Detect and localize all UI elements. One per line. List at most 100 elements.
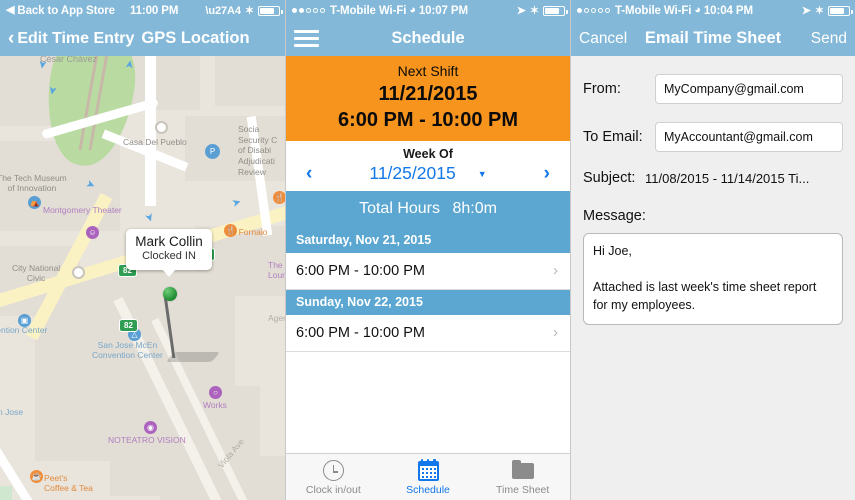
pin-callout[interactable]: Mark Collin Clocked IN <box>126 229 212 277</box>
direction-arrow-icon: ➤ <box>230 195 244 211</box>
map-poi-icon[interactable] <box>72 266 85 279</box>
next-shift-heading: Next Shift <box>397 63 459 79</box>
status-carrier-group: T-Mobile Wi-Fi ◕ 10:07 PM <box>292 5 468 17</box>
map-green-strip <box>0 486 12 500</box>
send-button[interactable]: Send <box>811 30 847 48</box>
tab-schedule[interactable]: Schedule <box>381 458 476 496</box>
status-time: 10:07 PM <box>418 4 468 17</box>
subject-value[interactable]: 11/08/2015 - 11/14/2015 Ti... <box>645 171 809 186</box>
total-hours-bar: Total Hours 8h:0m <box>286 191 570 229</box>
wifi-icon: ◕ <box>409 4 416 16</box>
tab-bar: Clock in/out Schedule Time Sheet <box>286 453 570 500</box>
restaurant-icon[interactable]: 🍴 <box>273 191 285 204</box>
total-hours-label: Total Hours <box>359 200 440 218</box>
status-network: Wi-Fi <box>378 4 407 17</box>
map-poi-icon[interactable]: ⛺ <box>28 196 41 209</box>
direction-arrow-icon: ➤ <box>123 59 137 71</box>
status-indicators: ➤ ✶ <box>517 0 568 21</box>
parking-icon[interactable]: P <box>205 144 220 159</box>
day-header: Saturday, Nov 21, 2015 <box>286 228 570 254</box>
three-panel-screenshot: ◀ Back to App Store 11:00 PM \u27A4 ✶ ‹ … <box>0 0 855 500</box>
map-label: Works <box>203 400 227 410</box>
map-poi-icon[interactable] <box>155 121 168 134</box>
message-textarea[interactable]: Hi Joe, Attached is last week's time she… <box>583 233 843 325</box>
panel-gps-location: ◀ Back to App Store 11:00 PM \u27A4 ✶ ‹ … <box>0 0 285 500</box>
clock-icon <box>286 459 381 483</box>
from-field[interactable]: MyCompany@gmail.com <box>655 74 843 104</box>
panel-email-time-sheet: T-Mobile Wi-Fi ◕ 10:04 PM ➤ ✶ Cancel Ema… <box>570 0 855 500</box>
battery-icon <box>543 5 568 16</box>
location-arrow-icon: \u27A4 <box>205 4 241 17</box>
next-week-button[interactable]: › <box>544 163 550 185</box>
map-poi-icon[interactable]: ○ <box>209 386 222 399</box>
map-label: Ager <box>268 313 285 323</box>
status-carrier: T-Mobile <box>330 4 376 17</box>
status-bar-map: ◀ Back to App Store 11:00 PM \u27A4 ✶ <box>0 0 285 21</box>
status-carrier-group: T-Mobile Wi-Fi ◕ 10:04 PM <box>577 5 753 17</box>
tab-time-sheet[interactable]: Time Sheet <box>475 459 570 496</box>
tab-label: Clock in/out <box>305 483 361 496</box>
chevron-down-icon[interactable]: ▼ <box>478 169 487 179</box>
map-label: Socia Security C of Disabi Adjudicati Re… <box>238 124 278 177</box>
next-shift-time: 6:00 PM - 10:00 PM <box>337 109 519 132</box>
week-of-label: Week Of <box>403 147 453 162</box>
status-back-to-app-store[interactable]: ◀ Back to App Store 11:00 PM <box>6 5 178 17</box>
week-selector-row: ‹ 11/25/2015 ▼ › <box>286 163 570 184</box>
entry-time-range: 6:00 PM - 10:00 PM <box>296 262 425 279</box>
to-email-row: To Email: MyAccountant@gmail.com <box>583 122 843 152</box>
nav-bar-map: ‹ Edit Time Entry GPS Location <box>0 21 285 56</box>
tab-label: Schedule <box>406 483 450 496</box>
tab-clock-in-out[interactable]: Clock in/out <box>286 459 381 496</box>
map-block <box>215 56 285 106</box>
entry-time-range: 6:00 PM - 10:00 PM <box>296 324 425 341</box>
theater-mask-icon[interactable]: ☺ <box>86 226 99 239</box>
prev-week-button[interactable]: ‹ <box>306 163 312 185</box>
schedule-entry-row[interactable]: 6:00 PM - 10:00 PM › <box>286 253 570 291</box>
bluetooth-icon: ✶ <box>529 5 539 17</box>
map-label: NOTEATRO VISION <box>108 435 186 445</box>
hamburger-menu-icon[interactable] <box>294 30 319 47</box>
status-back-label: Back to App Store <box>17 4 115 17</box>
schedule-entry-row[interactable]: 6:00 PM - 10:00 PM › <box>286 315 570 353</box>
to-email-label: To Email: <box>583 129 643 145</box>
map-label: Montgomery Theater <box>43 205 122 215</box>
status-indicators: \u27A4 ✶ <box>205 0 283 21</box>
week-of-date[interactable]: 11/25/2015 <box>369 163 455 184</box>
coffee-icon[interactable]: ☕ <box>30 470 43 483</box>
map-road <box>145 56 156 206</box>
tab-label: Time Sheet <box>496 483 550 496</box>
cancel-button[interactable]: Cancel <box>579 30 627 48</box>
subject-label: Subject: <box>583 170 636 186</box>
wifi-icon: ◕ <box>694 4 701 16</box>
map-canvas[interactable]: ➤ ➤ ➤ ➤ ➤ ➤ P ⛺ ☺ 🍴 🍴 ▣ △ ○ ◉ ☕ 82 82 82 <box>0 56 285 500</box>
day-header: Sunday, Nov 22, 2015 <box>286 290 570 316</box>
email-form: From: MyCompany@gmail.com To Email: MyAc… <box>571 56 855 500</box>
map-label: n Jose <box>0 407 24 417</box>
status-bar-schedule: T-Mobile Wi-Fi ◕ 10:07 PM ➤ ✶ <box>286 0 570 21</box>
from-row: From: MyCompany@gmail.com <box>583 74 843 104</box>
callout-status: Clocked IN <box>142 250 196 263</box>
next-shift-banner[interactable]: Next Shift 11/21/2015 6:00 PM - 10:00 PM <box>286 56 570 142</box>
chevron-right-icon: › <box>553 324 558 342</box>
calendar-icon <box>381 458 476 483</box>
back-button-edit-time-entry[interactable]: ‹ Edit Time Entry <box>8 27 134 49</box>
location-arrow-icon: ➤ <box>801 5 811 17</box>
status-network: Wi-Fi <box>663 4 692 17</box>
highway-shield-82: 82 <box>119 319 138 332</box>
map-label: City National Civic <box>12 263 61 283</box>
map-label: César Chávez <box>40 56 98 64</box>
signal-dots-icon <box>577 8 610 13</box>
gps-pin-marker[interactable] <box>163 287 177 301</box>
status-time: 11:00 PM <box>129 4 179 17</box>
message-label: Message: <box>583 208 646 224</box>
next-shift-date: 11/21/2015 <box>378 83 478 106</box>
chevron-left-icon: ‹ <box>8 27 15 49</box>
map-label: The Tech Museum of Innovation <box>0 173 67 193</box>
direction-arrow-icon: ➤ <box>141 211 157 225</box>
map-poi-icon[interactable]: ◉ <box>144 421 157 434</box>
bluetooth-icon: ✶ <box>244 5 254 17</box>
callout-name: Mark Collin <box>135 234 203 249</box>
map-label: Peet's Coffee & Tea <box>44 473 93 493</box>
map-label: San Jose McEn Convention Center <box>92 340 163 360</box>
to-email-field[interactable]: MyAccountant@gmail.com <box>655 122 843 152</box>
